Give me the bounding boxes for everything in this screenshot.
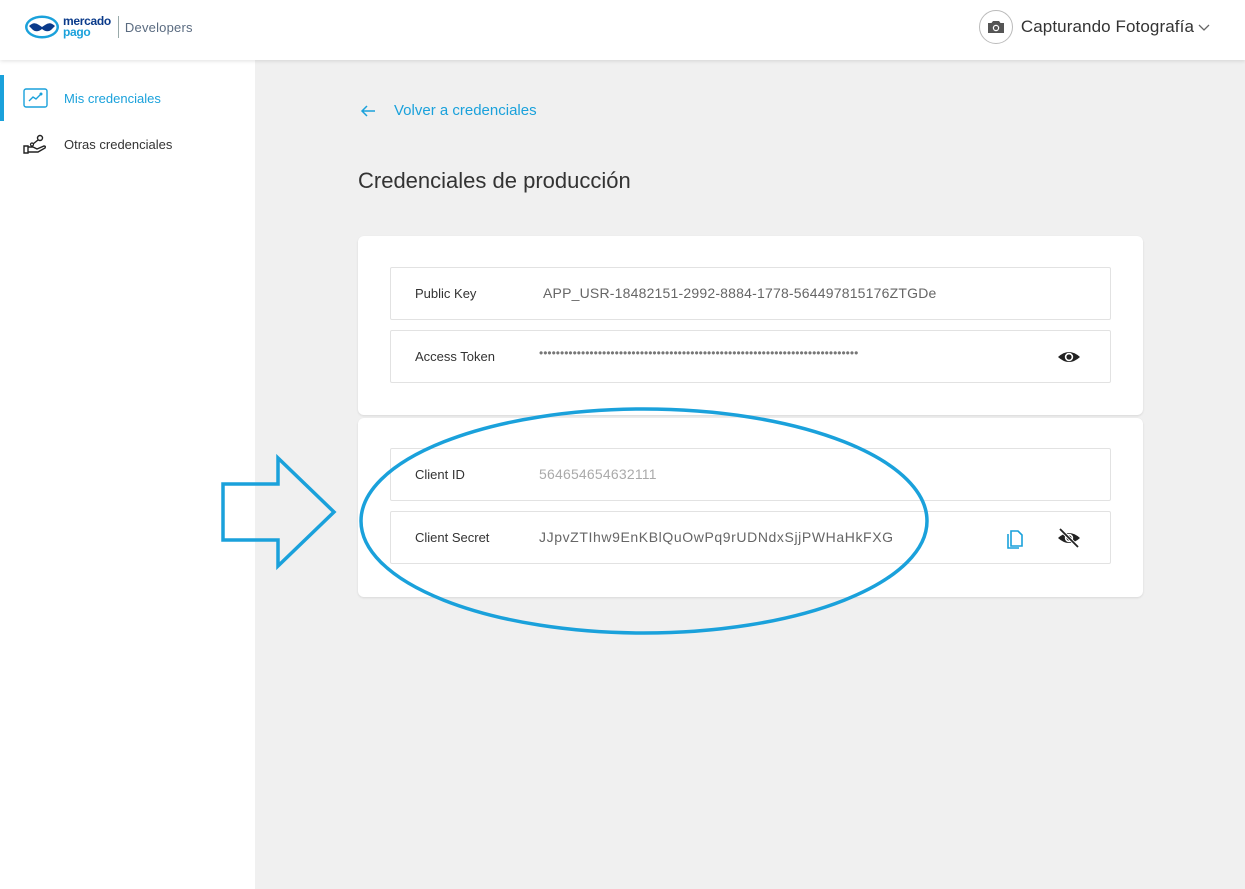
client-secret-row: Client Secret JJpvZTIhw9EnKBlQuOwPq9rUDN… <box>390 511 1111 564</box>
client-secret-label: Client Secret <box>415 530 490 545</box>
back-link-label: Volver a credenciales <box>394 102 537 119</box>
copy-client-secret-button[interactable] <box>1003 526 1027 550</box>
access-token-value: ••••••••••••••••••••••••••••••••••••••••… <box>539 346 859 360</box>
show-access-token-button[interactable] <box>1057 345 1081 369</box>
mercado-pago-logo[interactable]: mercado pago Developers <box>24 14 193 40</box>
access-token-row: Access Token •••••••••••••••••••••••••••… <box>390 330 1111 383</box>
public-key-row: Public Key APP_USR-18482151-2992-8884-17… <box>390 267 1111 320</box>
sidebar-item-label: Mis credenciales <box>64 90 161 106</box>
account-avatar <box>978 10 1013 44</box>
copy-icon <box>1007 530 1023 549</box>
credentials-card-keys: Public Key APP_USR-18482151-2992-8884-17… <box>358 236 1143 415</box>
camera-icon <box>987 21 1004 33</box>
eye-off-icon <box>1058 527 1080 549</box>
client-secret-value[interactable]: JJpvZTIhw9EnKBlQuOwPq9rUDNdxSjjPWHaHkFXG <box>539 512 894 563</box>
hide-client-secret-button[interactable] <box>1057 526 1081 550</box>
sidebar: Mis credenciales Otras credenciales <box>0 60 255 889</box>
page-title: Credenciales de producción <box>358 168 631 193</box>
client-id-label: Client ID <box>415 467 465 482</box>
access-token-label: Access Token <box>415 349 495 364</box>
chevron-down-icon <box>1198 24 1210 31</box>
client-id-value[interactable]: 564654654632111 <box>539 449 657 500</box>
credentials-icon <box>23 88 48 108</box>
logo-line2: pago <box>63 25 91 39</box>
back-to-credentials-link[interactable]: Volver a credenciales <box>360 102 537 119</box>
account-menu[interactable]: Capturando Fotografía <box>978 10 1211 44</box>
account-name: Capturando Fotografía <box>1020 17 1194 36</box>
public-key-value[interactable]: APP_USR-18482151-2992-8884-1778-56449781… <box>543 268 937 319</box>
arrow-left-icon <box>360 104 375 117</box>
sidebar-item-label: Otras credenciales <box>64 136 173 152</box>
logo-wordmark: mercado pago <box>63 15 111 39</box>
eye-icon <box>1058 352 1080 362</box>
developers-label: Developers <box>124 19 193 35</box>
hand-share-icon <box>23 134 47 154</box>
sidebar-item-mis-credenciales[interactable]: Mis credenciales <box>0 75 255 121</box>
handshake-logo-icon <box>25 15 59 39</box>
sidebar-item-otras-credenciales[interactable]: Otras credenciales <box>0 121 255 167</box>
top-header: mercado pago Developers Capturando Fotog… <box>0 0 1245 60</box>
credentials-card-client: Client ID 564654654632111 Client Secret … <box>358 418 1143 597</box>
logo-divider <box>117 16 119 38</box>
client-id-row: Client ID 564654654632111 <box>390 448 1111 501</box>
public-key-label: Public Key <box>415 286 477 301</box>
